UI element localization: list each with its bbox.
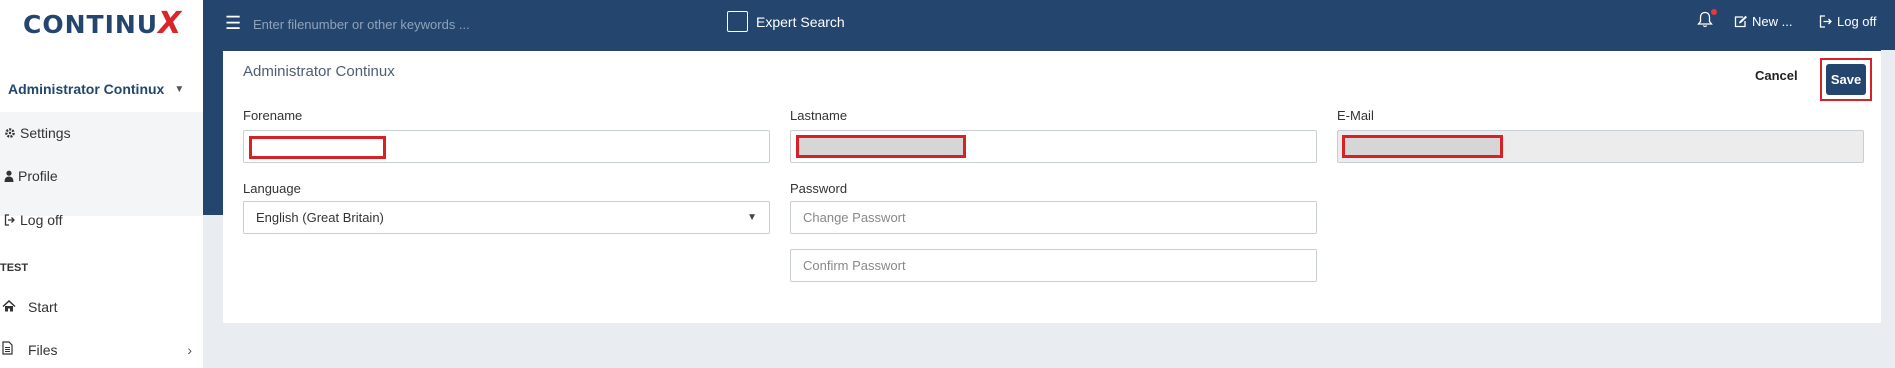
new-label: New ...: [1752, 14, 1793, 29]
caret-down-icon: ▼: [174, 83, 185, 95]
confirm-password-field[interactable]: [790, 249, 1317, 282]
profile-label: Profile: [18, 168, 58, 184]
notification-dot: [1711, 9, 1717, 15]
top-logoff-label: Log off: [1837, 14, 1877, 29]
caret-down-icon: ▼: [747, 212, 757, 223]
sidebar: CONTINUX Administrator Continux ▼ Settin…: [0, 0, 203, 368]
user-menu-toggle[interactable]: Administrator Continux ▼: [8, 81, 184, 97]
edit-icon: [1734, 15, 1747, 28]
cancel-button[interactable]: Cancel: [1755, 68, 1798, 83]
hamburger-menu-icon[interactable]: ☰: [225, 13, 241, 34]
profile-card: Administrator Continux Cancel Save Foren…: [223, 51, 1881, 323]
language-label: Language: [243, 181, 301, 196]
top-logoff-button[interactable]: Log off: [1819, 14, 1877, 29]
top-bar: ☰ Expert Search New ... Log off: [203, 0, 1895, 50]
nav-item-files[interactable]: Files ›: [2, 341, 192, 358]
nav-label-start: Start: [28, 299, 58, 315]
language-value: English (Great Britain): [256, 210, 384, 225]
expert-search-checkbox[interactable]: [727, 11, 748, 32]
gear-icon: [5, 128, 15, 138]
password-label: Password: [790, 181, 848, 196]
redaction-box: [796, 135, 966, 158]
email-label: E-Mail: [1337, 108, 1374, 123]
expert-search-toggle[interactable]: Expert Search: [727, 11, 845, 32]
language-select[interactable]: English (Great Britain) ▼: [243, 201, 770, 234]
continux-logo[interactable]: CONTINUX: [23, 6, 182, 41]
redaction-box: [1342, 135, 1503, 158]
notification-bell-icon[interactable]: [1697, 9, 1717, 33]
user-name: Administrator Continux: [8, 81, 165, 97]
logo-x: X: [158, 6, 183, 41]
home-icon: [2, 299, 28, 315]
forename-label: Forename: [243, 108, 303, 123]
file-icon: [2, 341, 28, 358]
nav-item-start[interactable]: Start: [2, 299, 192, 315]
logoff-link[interactable]: Log off: [4, 212, 63, 228]
sign-out-icon: [1819, 15, 1832, 28]
nav-label-files: Files: [28, 341, 58, 358]
chevron-right-icon: ›: [187, 341, 192, 358]
change-password-field[interactable]: [790, 201, 1317, 234]
new-button[interactable]: New ...: [1734, 14, 1792, 29]
settings-label: Settings: [20, 125, 71, 141]
card-title: Administrator Continux: [243, 63, 395, 80]
section-heading: TEST: [0, 262, 29, 274]
logo-text: CONTINU: [23, 10, 159, 39]
redaction-box: [249, 136, 386, 159]
save-button[interactable]: Save: [1826, 64, 1866, 95]
expert-search-label: Expert Search: [756, 13, 845, 30]
sign-out-icon: [4, 214, 15, 226]
user-icon: [4, 170, 14, 182]
lastname-label: Lastname: [790, 108, 848, 123]
logoff-label: Log off: [20, 212, 63, 228]
settings-link[interactable]: Settings: [4, 125, 71, 141]
save-highlight: Save: [1820, 58, 1872, 101]
profile-link[interactable]: Profile: [4, 168, 58, 184]
user-submenu: Settings Profile Log off: [0, 112, 203, 228]
search-input[interactable]: [253, 11, 693, 37]
